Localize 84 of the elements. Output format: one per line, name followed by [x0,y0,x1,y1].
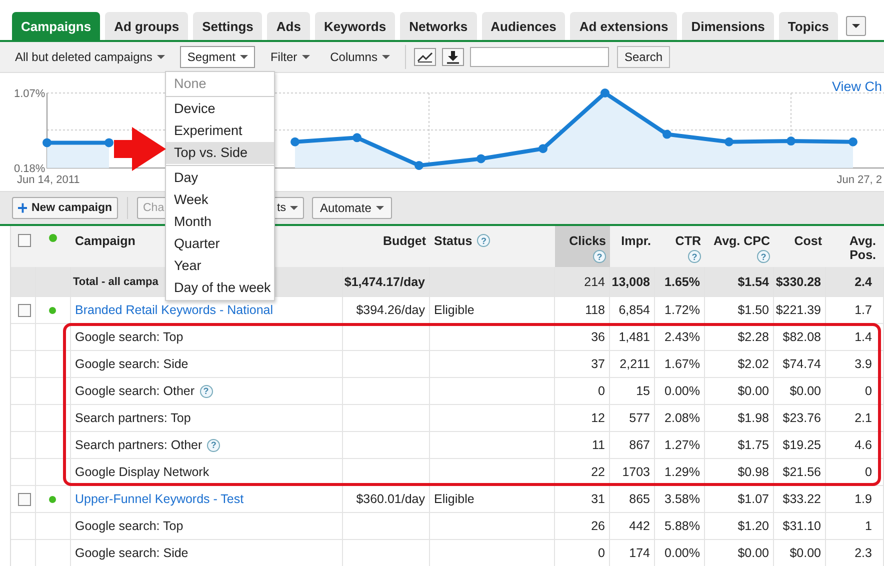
table-cell: 36 [591,330,605,344]
table-cell: 2.4 [854,274,872,288]
table-cell: $360.01/day [356,492,425,506]
segment-label: Google Display Network [75,465,210,479]
x-axis-label: Jun 14, 2011 [17,174,80,186]
table-cell: $221.39 [776,303,821,317]
table-cell: $1.20 [738,519,769,533]
table-cell: Eligible [434,303,474,317]
table-cell: 6,854 [618,303,650,317]
table-cell: $23.76 [782,411,821,425]
table-cell: 1.65% [664,274,700,288]
total-label: Total - all campa [73,276,158,288]
table-cell: $21.56 [782,465,821,479]
table-cell: 867 [629,438,650,452]
table-cell: 0.00% [664,546,700,560]
segment-label: Google search: Side [75,546,188,560]
segment-label: Search partners: Top [75,411,191,425]
table-cell: $82.08 [782,330,821,344]
table-cell: 15 [636,384,650,398]
table-cell: $31.10 [782,519,821,533]
table-cell: $394.26/day [356,303,425,317]
table-cell: $0.00 [790,384,821,398]
table-cell: 442 [629,519,650,533]
table-cell: 577 [629,411,650,425]
table-cell: $1.50 [738,303,769,317]
table-cell: 37 [591,357,605,371]
table-cell: $1,474.17/day [344,274,425,288]
table-cell: $74.74 [782,357,821,371]
table-cell: 1703 [622,465,650,479]
table-cell: $19.25 [782,438,821,452]
table-cell: $0.00 [738,384,769,398]
table-cell: 31 [591,492,605,506]
table-cell: $0.00 [738,546,769,560]
table-cell: $33.22 [782,492,821,506]
table-cell: 0 [865,465,872,479]
table-cell: 0 [865,384,872,398]
table-cell: $1.98 [738,411,769,425]
table-cell: 0 [598,384,605,398]
table-cell: 2.43% [664,330,700,344]
table-cell: 1.67% [664,357,700,371]
table-cell: $1.07 [738,492,769,506]
table-cell: 1 [865,519,872,533]
y-tick-label: 0.18% [14,163,46,175]
table-cell: 1,481 [618,330,650,344]
table-cell: 2,211 [620,357,650,371]
table-cell: 2.1 [854,411,872,425]
table-cell: $2.28 [738,330,769,344]
table-cell: 3.58% [664,492,700,506]
y-tick-label: 1.07% [14,88,46,100]
table-cell: 11 [592,438,605,452]
table-cell: 2.3 [854,546,872,560]
segment-label: Google search: Top [75,330,184,344]
table-cell: 1.4 [854,330,872,344]
table-cell: 174 [629,546,650,560]
table-cell: $1.54 [738,274,769,288]
table-cell: 214 [584,274,605,288]
segment-label: Google search: Other [75,384,195,398]
table-cell: $0.00 [790,546,821,560]
table-cell: 26 [591,519,605,533]
table-cell: 12 [591,411,605,425]
table-cell: $0.98 [738,465,769,479]
table-cell: $1.75 [738,438,769,452]
table-cell: 1.72% [664,303,700,317]
table-cell: 5.88% [664,519,700,533]
table-cell: $330.28 [776,274,821,288]
segment-label: Google search: Side [75,357,188,371]
table-cell: 0 [598,546,605,560]
table-cell: 1.27% [664,438,700,452]
table-cell: 4.6 [854,438,872,452]
table-cell: 865 [629,492,650,506]
table-cell: Eligible [434,492,474,506]
segment-label: Search partners: Other [75,438,202,452]
table-cell: 0.00% [664,384,700,398]
x-axis-label: Jun 27, 2 [836,174,882,186]
table-cell: 3.9 [854,357,872,371]
segment-label: Google search: Top [75,519,184,533]
table-cell: 118 [585,303,605,317]
table-cell: $2.02 [738,357,769,371]
table-cell: 1.29% [664,465,700,479]
table-cell: 2.08% [664,411,700,425]
table-cell: 22 [591,465,605,479]
table-cell: 1.7 [854,303,872,317]
table-cell: 13,008 [612,274,650,288]
table-cell: 1.9 [854,492,872,506]
